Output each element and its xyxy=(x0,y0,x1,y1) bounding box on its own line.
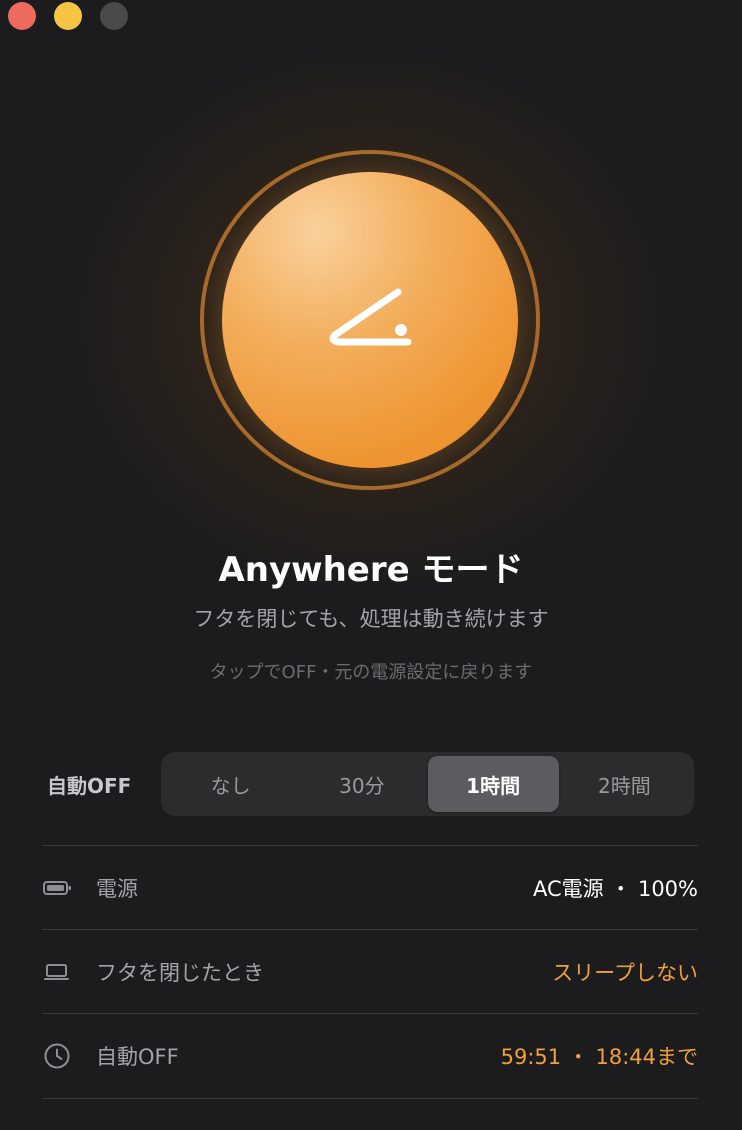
zoom-button[interactable] xyxy=(100,2,128,30)
lid-value: スリープしない xyxy=(552,961,698,985)
battery-icon xyxy=(42,879,76,897)
lid-open-icon xyxy=(329,288,412,346)
status-row-lid: フタを閉じたとき スリープしない xyxy=(42,929,698,1014)
auto-off-segmented-control: なし 30分 1時間 2時間 xyxy=(161,752,694,816)
auto-off-option-none[interactable]: なし xyxy=(165,756,296,812)
close-button[interactable] xyxy=(8,2,36,30)
power-label: 電源 xyxy=(96,877,138,901)
status-row-power: 電源 AC電源 ・ 100% xyxy=(42,845,698,930)
anywhere-toggle-button[interactable] xyxy=(222,172,518,468)
auto-off-option-2hours[interactable]: 2時間 xyxy=(559,756,690,812)
status-row-timer: 自動OFF 59:51 ・ 18:44まで xyxy=(42,1013,698,1099)
window-controls xyxy=(8,2,128,30)
auto-off-option-1hour[interactable]: 1時間 xyxy=(427,756,559,812)
lid-label: フタを閉じたとき xyxy=(96,961,264,985)
minimize-button[interactable] xyxy=(54,2,82,30)
laptop-icon xyxy=(42,962,76,982)
mode-title: Anywhere モード xyxy=(218,550,524,590)
mode-subtitle: フタを閉じても、処理は動き続けます xyxy=(193,607,549,631)
timer-label: 自動OFF xyxy=(96,1045,179,1069)
mode-hint: タップでOFF・元の電源設定に戻ります xyxy=(209,662,533,683)
power-value: AC電源 ・ 100% xyxy=(532,877,698,901)
auto-off-label: 自動OFF xyxy=(47,774,132,798)
timer-value: 59:51 ・ 18:44まで xyxy=(500,1045,698,1069)
auto-off-option-30min[interactable]: 30分 xyxy=(296,756,427,812)
clock-icon xyxy=(42,1042,76,1070)
